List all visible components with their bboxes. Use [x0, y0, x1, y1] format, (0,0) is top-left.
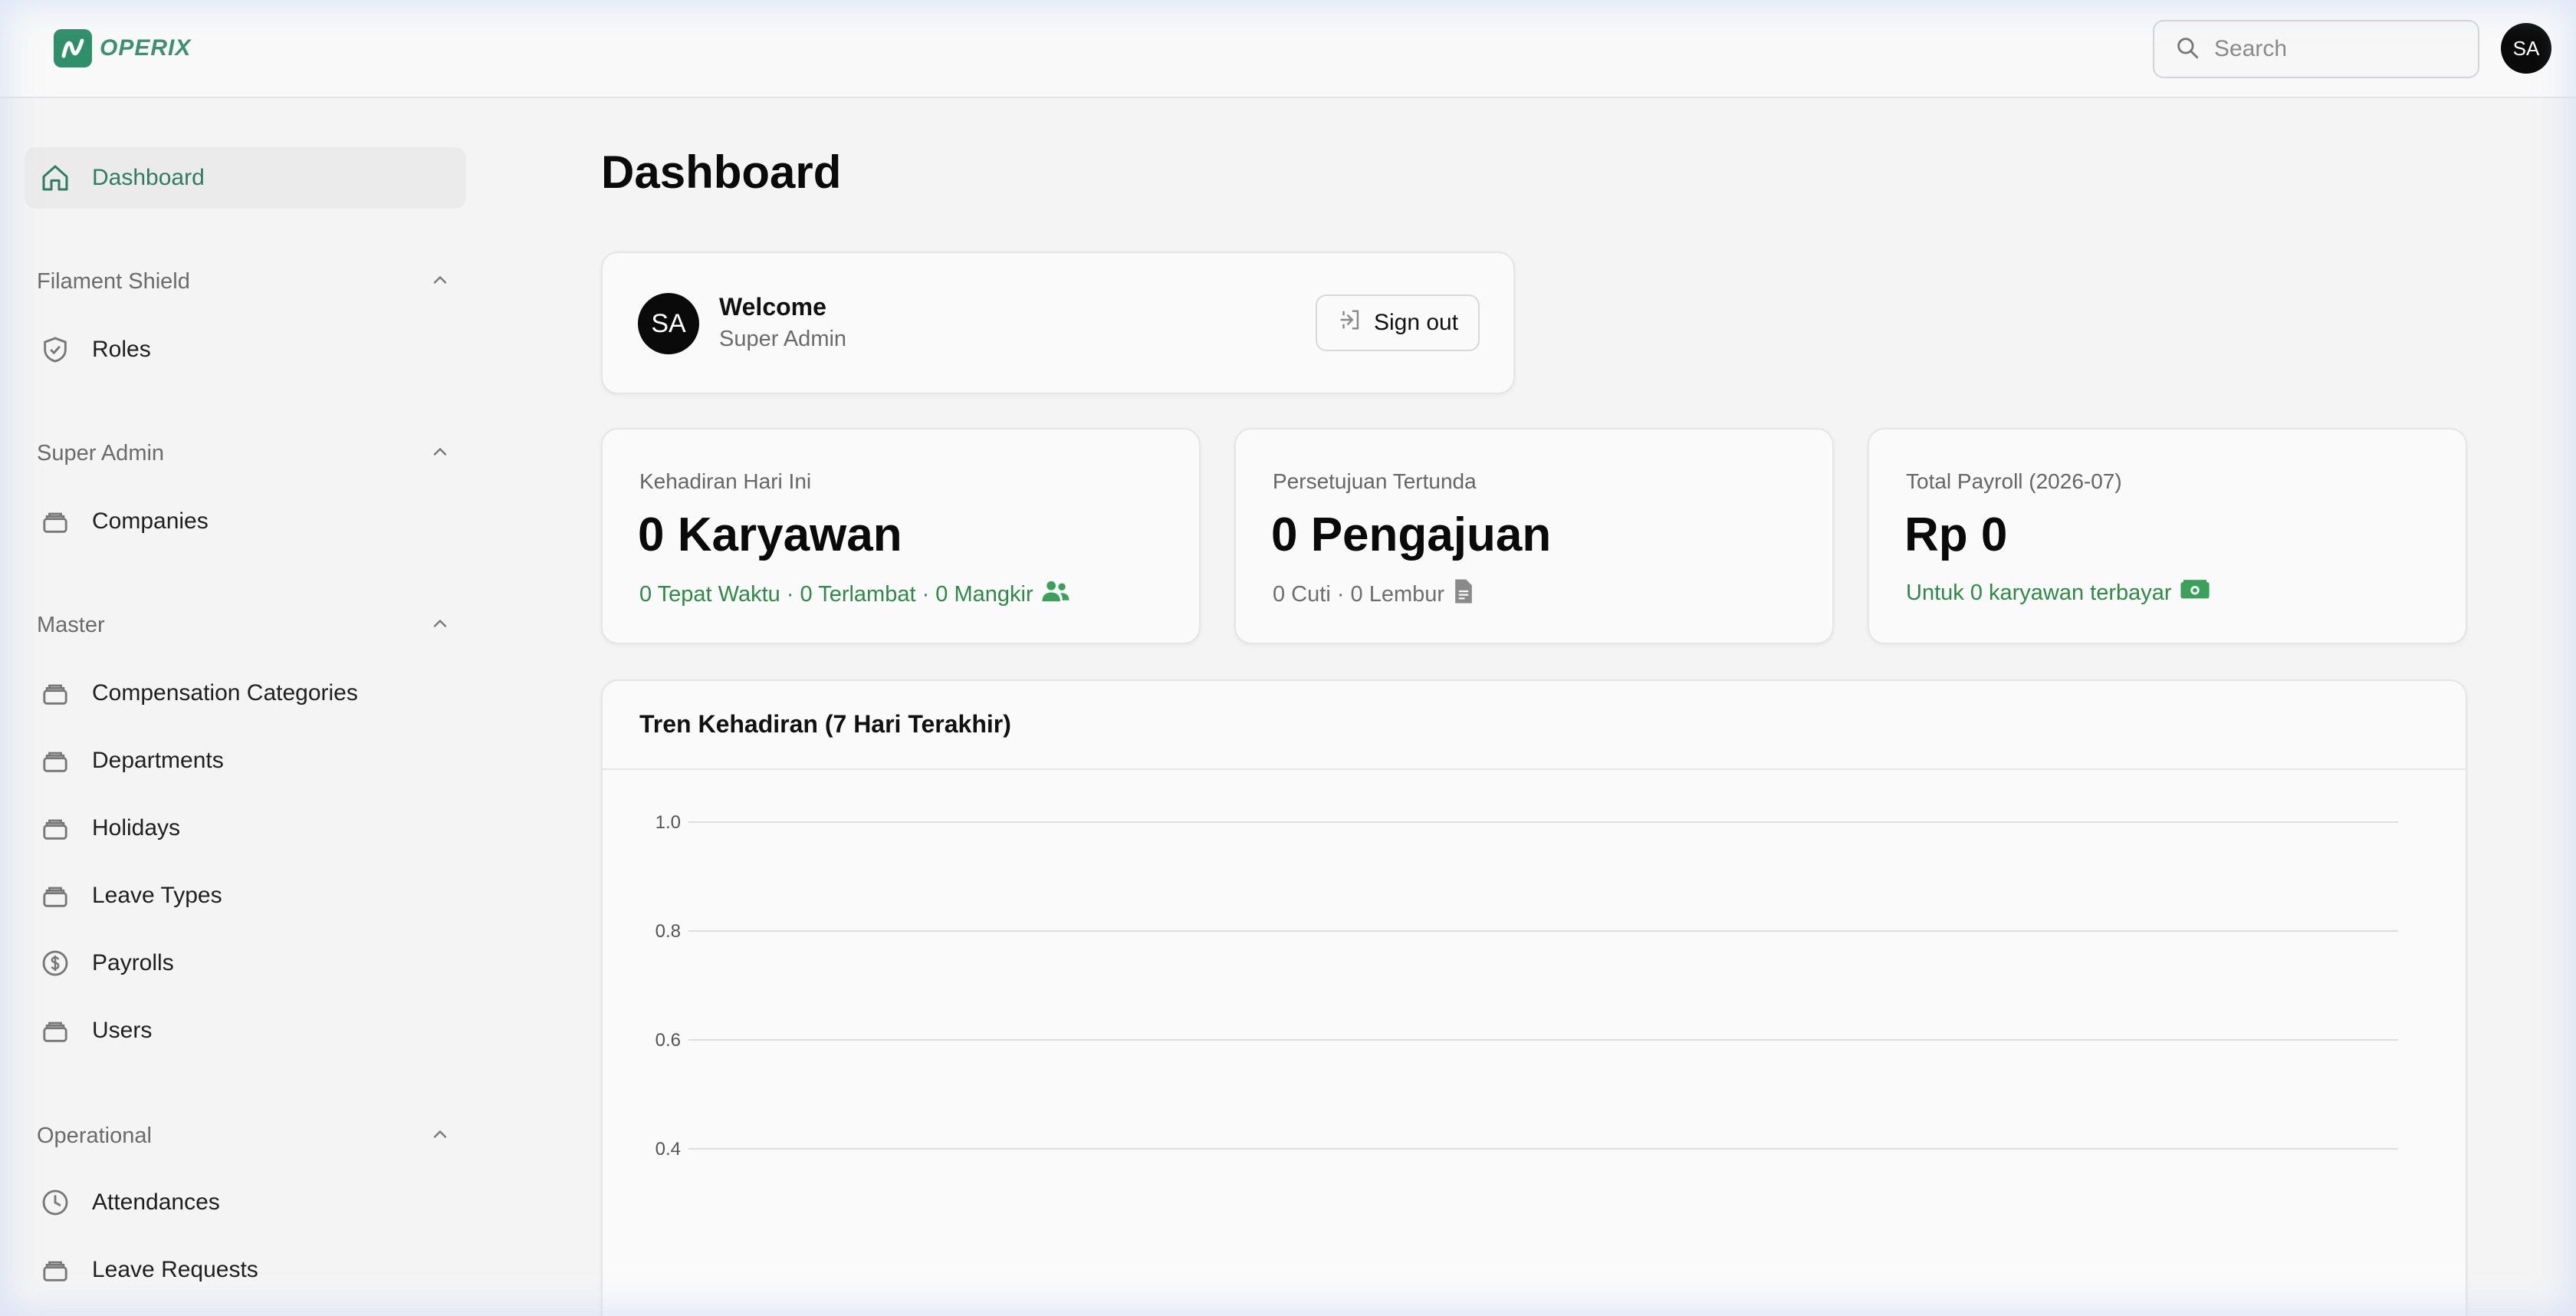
chevron-up-icon [429, 1124, 451, 1149]
chart-title: Tren Kehadiran (7 Hari Terakhir) [639, 710, 1011, 738]
sidebar-item-dashboard[interactable]: Dashboard [25, 147, 466, 209]
sidebar-item-leave-requests[interactable]: Leave Requests [25, 1239, 466, 1301]
stat-description-text: 0 Tepat Waktu · 0 Terlambat · 0 Mangkir [639, 581, 1033, 607]
sidebar-item-label: Companies [92, 508, 209, 534]
search-box[interactable] [2153, 20, 2479, 78]
sidebar-item-holidays[interactable]: Holidays [25, 798, 466, 859]
search-icon [2174, 35, 2200, 64]
stat-value: Rp 0 [1904, 508, 2008, 561]
brand-name: OPERIX [100, 35, 192, 61]
chart-y-tick-label: 1.0 [656, 812, 681, 833]
group-label: Super Admin [37, 440, 165, 466]
shield-check-icon [38, 333, 72, 367]
chevron-up-icon [429, 269, 451, 294]
dollar-circle-icon [38, 946, 72, 980]
brand-logo[interactable]: OPERIX [54, 29, 191, 67]
stack-icon [38, 1014, 72, 1048]
attendance-trend-chart: 1.00.80.60.40.2 [656, 812, 2398, 1160]
stack-icon [38, 879, 72, 913]
sidebar: Dashboard Filament Shield Roles Super Ad… [0, 100, 491, 1316]
topbar: OPERIX SA [0, 0, 2576, 98]
stat-description: 0 Tepat Waktu · 0 Terlambat · 0 Mangkir [639, 578, 1070, 610]
stack-icon [38, 811, 72, 845]
sidebar-item-compensation-categories[interactable]: Compensation Categories [25, 663, 466, 724]
group-label: Master [37, 612, 105, 637]
welcome-subtitle: Super Admin [719, 327, 847, 351]
document-icon [1452, 578, 1475, 610]
group-label: Filament Shield [37, 268, 190, 294]
sign-out-icon [1337, 307, 1363, 339]
stat-value: 0 Karyawan [638, 508, 902, 561]
chart-header: Tren Kehadiran (7 Hari Terakhir) [603, 681, 2466, 770]
group-header-operational[interactable]: Operational [37, 1117, 451, 1155]
stat-card-pending-approvals: Persetujuan Tertunda 0 Pengajuan 0 Cuti … [1234, 428, 1834, 644]
group-label: Operational [37, 1123, 152, 1148]
home-icon [38, 161, 72, 195]
stat-description-text: Untuk 0 karyawan terbayar [1906, 580, 2172, 605]
stat-card-total-payroll: Total Payroll (2026-07) Rp 0 Untuk 0 kar… [1868, 428, 2467, 644]
sidebar-item-users[interactable]: Users [25, 1000, 466, 1061]
stat-label: Total Payroll (2026-07) [1906, 469, 2122, 493]
sidebar-item-companies[interactable]: Companies [25, 491, 466, 552]
banknote-icon [2180, 578, 2210, 607]
sidebar-item-attendances[interactable]: Attendances [25, 1172, 466, 1233]
sidebar-item-label: Holidays [92, 815, 181, 841]
sidebar-item-payrolls[interactable]: Payrolls [25, 933, 466, 994]
stat-description: 0 Cuti · 0 Lembur [1273, 578, 1475, 610]
sidebar-item-departments[interactable]: Departments [25, 730, 466, 791]
stat-card-attendance: Kehadiran Hari Ini 0 Karyawan 0 Tepat Wa… [601, 428, 1201, 644]
chart-y-tick-label: 0.8 [656, 921, 681, 942]
sidebar-item-label: Users [92, 1018, 153, 1043]
stack-icon [38, 505, 72, 538]
stat-description: Untuk 0 karyawan terbayar [1906, 578, 2210, 607]
stack-icon [38, 744, 72, 778]
stack-icon [38, 1253, 72, 1287]
stat-label: Kehadiran Hari Ini [639, 469, 812, 493]
welcome-title: Welcome [719, 293, 826, 321]
stat-value: 0 Pengajuan [1271, 508, 1552, 561]
sidebar-item-label: Roles [92, 337, 151, 362]
users-icon [1041, 578, 1070, 610]
clock-icon [38, 1186, 72, 1219]
sidebar-item-label: Payrolls [92, 950, 174, 975]
sidebar-item-label: Attendances [92, 1189, 220, 1215]
chart-y-tick-label: 0.4 [656, 1139, 681, 1160]
group-header-master[interactable]: Master [37, 606, 451, 644]
sidebar-item-label: Dashboard [92, 165, 205, 190]
search-input[interactable] [2214, 36, 2459, 62]
group-header-super-admin[interactable]: Super Admin [37, 434, 451, 472]
sign-out-label: Sign out [1373, 310, 1459, 335]
sidebar-item-label: Leave Types [92, 883, 222, 908]
sidebar-item-leave-types[interactable]: Leave Types [25, 865, 466, 926]
logo-mark-icon [54, 29, 92, 67]
page-title: Dashboard [601, 146, 842, 198]
chart-y-tick-label: 0.6 [656, 1030, 681, 1051]
sidebar-item-roles[interactable]: Roles [25, 319, 466, 380]
chevron-up-icon [429, 613, 451, 638]
user-avatar[interactable]: SA [2501, 23, 2551, 74]
group-header-filament-shield[interactable]: Filament Shield [37, 262, 451, 301]
sidebar-item-label: Compensation Categories [92, 680, 358, 706]
chevron-up-icon [429, 441, 451, 466]
sign-out-button[interactable]: Sign out [1316, 294, 1480, 351]
sidebar-item-label: Leave Requests [92, 1257, 258, 1282]
welcome-card: SA Welcome Super Admin Sign out [601, 252, 1515, 394]
stat-description-text: 0 Cuti · 0 Lembur [1273, 581, 1445, 607]
stat-label: Persetujuan Tertunda [1273, 469, 1477, 493]
stack-icon [38, 676, 72, 710]
attendance-trend-card: Tren Kehadiran (7 Hari Terakhir) 1.0 0.8 0… [601, 679, 2467, 1316]
sidebar-item-label: Departments [92, 748, 224, 773]
avatar: SA [638, 293, 699, 354]
